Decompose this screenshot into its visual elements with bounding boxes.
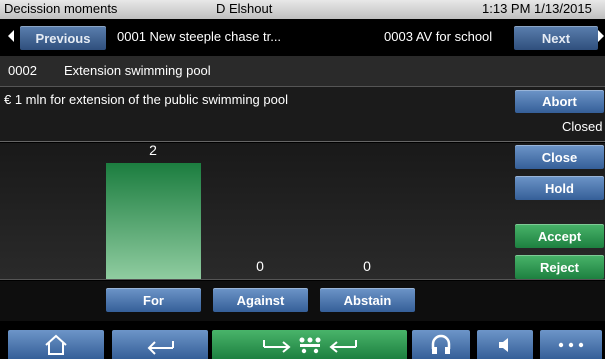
navigation-bar: Previous 0001 New steeple chase tr... 00… [0,19,605,55]
more-button[interactable] [540,330,602,359]
title-bar: Decission moments D Elshout 1:13 PM 1/13… [0,0,605,19]
status-text: Closed [562,119,603,134]
user-name: D Elshout [216,1,273,16]
headphones-button[interactable] [412,330,470,359]
control-panel: Close Hold Accept Reject [508,143,605,280]
reject-button[interactable]: Reject [515,255,604,279]
previous-arrow-icon[interactable] [8,30,14,42]
footer-bar [0,326,605,359]
value-label-abstain: 0 [363,258,371,274]
more-icon [558,342,584,347]
headphones-icon [431,334,451,354]
meeting-people-icon [262,337,357,353]
previous-button[interactable]: Previous [20,26,106,50]
app-title: Decission moments [4,1,118,16]
next-item-label[interactable]: 0003 AV for school [384,29,492,44]
value-label-against: 0 [256,258,264,274]
description-panel: € 1 mln for extension of the public swim… [0,86,605,142]
abort-button[interactable]: Abort [515,90,604,113]
vote-against-button[interactable]: Against [213,288,308,312]
hold-button[interactable]: Hold [515,176,604,200]
vote-buttons-row: For Against Abstain [0,281,605,321]
previous-item-label[interactable]: 0001 New steeple chase tr... [117,29,281,44]
bar-for [106,163,201,279]
home-icon [45,334,67,355]
item-description: € 1 mln for extension of the public swim… [4,92,288,107]
speaker-icon [499,337,508,352]
value-label-for: 2 [149,142,157,158]
next-arrow-icon[interactable] [598,30,604,42]
back-button[interactable] [112,330,208,359]
item-title: Extension swimming pool [64,63,211,78]
back-arrow-icon [147,340,174,355]
item-number: 0002 [8,63,37,78]
vote-result-chart: 2 0 0 [0,142,508,280]
meeting-button[interactable] [212,330,407,359]
datetime: 1:13 PM 1/13/2015 [482,1,592,16]
home-button[interactable] [8,330,104,359]
current-item-bar: 0002 Extension swimming pool [0,56,605,86]
accept-button[interactable]: Accept [515,224,604,248]
next-button[interactable]: Next [514,26,598,50]
close-button[interactable]: Close [515,145,604,169]
vote-for-button[interactable]: For [106,288,201,312]
vote-abstain-button[interactable]: Abstain [320,288,415,312]
speaker-button[interactable] [477,330,533,359]
